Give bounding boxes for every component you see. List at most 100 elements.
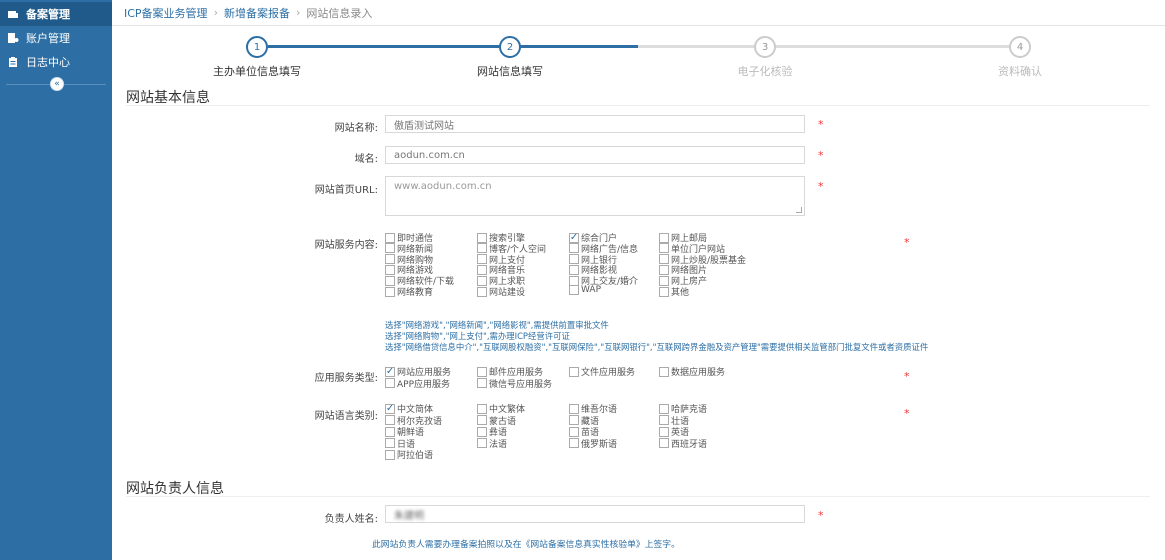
checkbox[interactable] [569,285,579,295]
language-label: 网站语言类别: [314,411,378,422]
checkbox-option[interactable]: 法语 [477,437,507,450]
checkbox[interactable] [569,438,579,448]
breadcrumb-separator: › [295,6,301,19]
sidebar-collapse-button[interactable]: « [50,77,64,91]
checkbox-option[interactable]: 阿拉伯语 [385,448,433,461]
checkbox-option[interactable]: 文件应用服务 [569,365,635,378]
checkbox-option[interactable]: 西班牙语 [659,437,707,450]
checkbox-label: 西班牙语 [671,439,708,450]
service-hint-3: 选择"网络借贷信息中介","互联网股权融资","互联网保险","互联网银行","… [385,342,929,352]
owner-note: 此网站负责人需要办理备案拍照以及在《网站备案信息真实性核验单》上签字。 [372,540,680,550]
breadcrumb-link-new-filing[interactable]: 新增备案报备 [224,5,290,21]
checkbox[interactable] [477,403,487,414]
breadcrumb-link-icp[interactable]: ICP备案业务管理 [124,5,208,21]
owner-name-input[interactable]: 朱建明 [385,505,805,523]
checkbox[interactable] [385,449,395,460]
section-title-basic: 网站基本信息 [126,90,210,106]
checkbox[interactable] [569,426,579,437]
step-line-done [268,45,638,48]
checkbox-label: 俄罗斯语 [581,439,618,450]
checkbox-checked[interactable] [385,366,395,377]
step-2-label: 网站信息填写 [477,65,543,78]
sidebar: 备案管理 账户管理 日志中心 « [0,0,112,560]
checkbox[interactable] [569,403,579,414]
checkbox[interactable] [477,438,487,448]
checkbox[interactable] [659,438,669,448]
step-1-circle: 1 [246,36,268,58]
required-mark: * [818,509,824,522]
checkbox[interactable] [385,415,395,425]
checkbox[interactable] [477,378,487,388]
breadcrumb-current: 网站信息录入 [306,6,373,20]
checkbox[interactable] [659,415,669,425]
user-file-icon [6,31,20,45]
app-type-label: 应用服务类型: [314,373,378,384]
checkbox[interactable] [477,415,487,425]
site-name-input[interactable]: 傲盾测试网站 [385,115,805,133]
breadcrumb: ICP备案业务管理 › 新增备案报备 › 网站信息录入 [112,0,1165,26]
site-name-value: 傲盾测试网站 [394,120,454,132]
sidebar-item-filing-management[interactable]: 备案管理 [0,2,112,26]
checkbox[interactable] [659,403,669,414]
checkbox[interactable] [477,426,487,437]
sidebar-item-label: 日志中心 [26,56,70,69]
resize-grip-icon[interactable] [796,207,802,213]
sidebar-item-log-center[interactable]: 日志中心 [0,50,112,74]
checkbox-label: 阿拉伯语 [397,451,434,461]
step-3-circle: 3 [754,36,776,58]
checkbox[interactable] [385,426,395,437]
checkbox[interactable] [385,378,395,388]
checkbox[interactable] [659,426,669,437]
folder-icon [6,7,20,21]
step-3-label: 电子化核验 [737,65,793,78]
site-name-label: 网站名称: [334,123,378,134]
sidebar-item-account-management[interactable]: 账户管理 [0,26,112,50]
checkbox-option[interactable]: APP应用服务 [385,377,450,390]
required-mark: * [904,370,910,383]
checkbox[interactable] [659,286,669,297]
progress-steps: 1 主办单位信息填写 2 网站信息填写 3 电子化核验 4 资料确认 [112,34,1165,78]
checkbox[interactable] [385,286,395,297]
checkbox[interactable] [385,438,395,448]
checkbox-label: 微信号应用服务 [489,379,553,390]
checkbox[interactable] [659,366,669,377]
checkbox-option[interactable]: 微信号应用服务 [477,377,552,390]
checkbox-label: WAP [581,285,601,295]
checkbox-label: 数据应用服务 [671,368,726,378]
breadcrumb-separator: › [213,6,218,19]
checkbox[interactable] [477,286,487,297]
owner-name-value: 朱建明 [394,510,424,522]
required-mark: * [818,180,824,193]
sidebar-item-label: 账户管理 [26,32,70,45]
checkbox-option[interactable]: WAP [569,285,601,295]
owner-name-label: 负责人姓名: [324,514,378,525]
checkbox-option[interactable]: 网站建设 [477,285,525,298]
step-line-pending [638,45,1023,48]
checkbox[interactable] [569,366,579,377]
checkbox-label: 网络教育 [397,288,434,298]
main-content: ICP备案业务管理 › 新增备案报备 › 网站信息录入 1 主办单位信息填写 2… [112,0,1165,560]
checkbox-label: 其他 [671,288,690,298]
checkbox-option[interactable]: 其他 [659,285,689,298]
checkbox-checked[interactable] [385,403,395,414]
section-title-owner: 网站负责人信息 [126,481,224,497]
checkbox-label: APP应用服务 [397,379,451,390]
domain-label: 域名: [354,154,378,165]
homepage-url-textarea[interactable]: www.aodun.com.cn [385,176,805,216]
section-divider [126,105,1150,106]
sidebar-item-label: 备案管理 [26,8,70,21]
required-mark: * [818,118,824,131]
domain-value: aodun.com.cn [394,149,465,161]
checkbox[interactable] [477,366,487,377]
checkbox-option[interactable]: 数据应用服务 [659,365,725,378]
required-mark: * [904,407,910,420]
step-4-circle: 4 [1009,36,1031,58]
clipboard-icon [6,55,20,69]
checkbox-label: 法语 [489,439,508,450]
required-mark: * [818,149,824,162]
domain-input[interactable]: aodun.com.cn [385,146,805,164]
checkbox-option[interactable]: 俄罗斯语 [569,437,617,450]
checkbox[interactable] [569,415,579,425]
checkbox-option[interactable]: 网络教育 [385,285,433,298]
step-4-label: 资料确认 [998,65,1042,78]
